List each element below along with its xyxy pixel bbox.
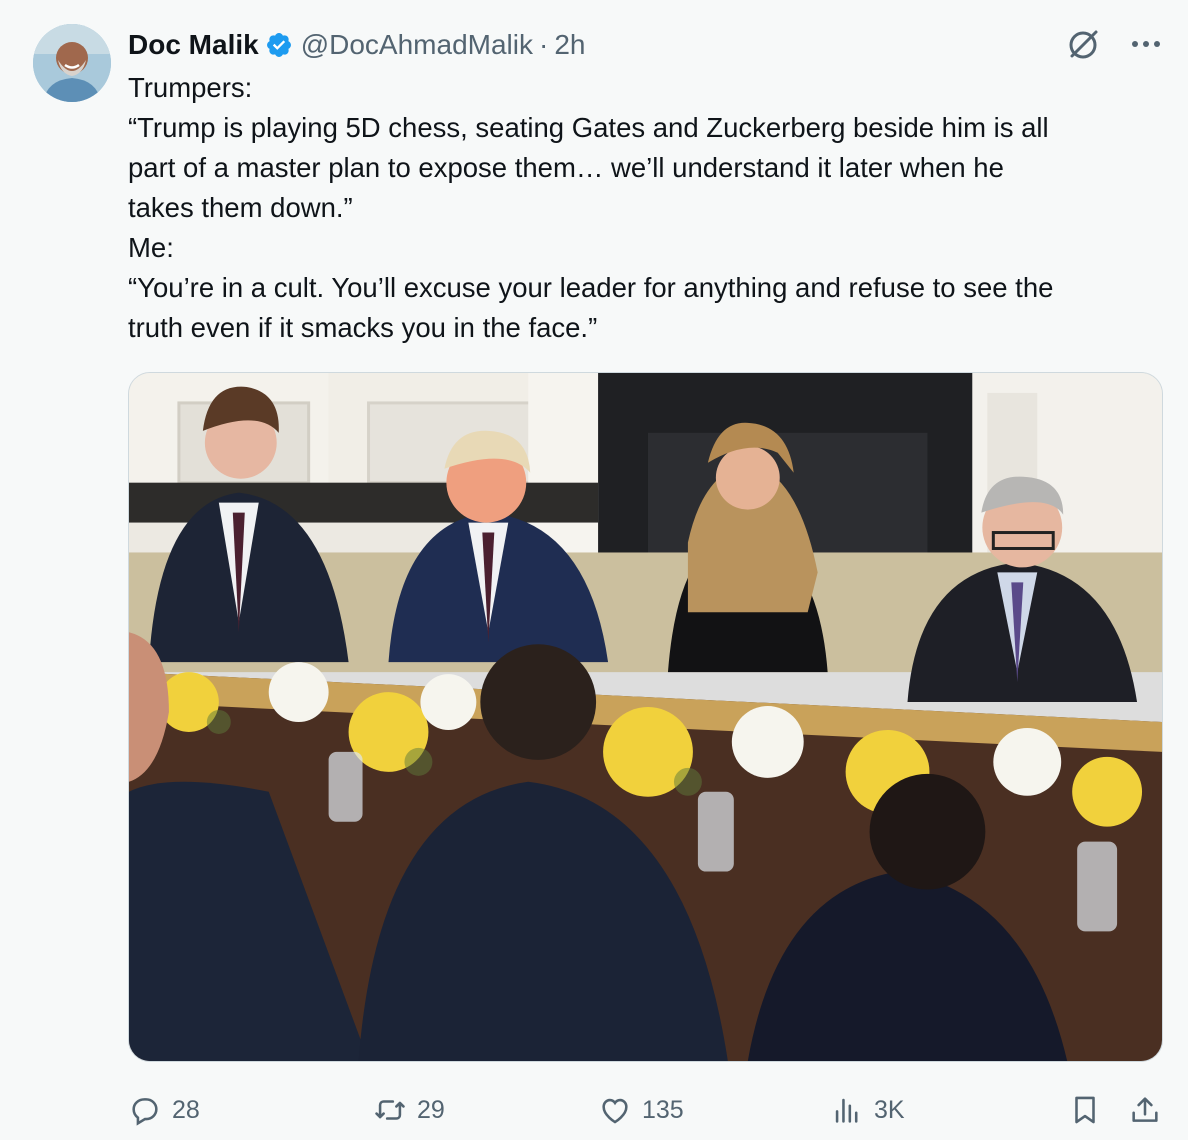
avatar-image bbox=[33, 24, 111, 102]
views-button[interactable]: 3K bbox=[830, 1088, 905, 1132]
handle[interactable]: @DocAhmadMalik bbox=[301, 29, 533, 61]
share-button[interactable] bbox=[1128, 1088, 1162, 1132]
repost-button[interactable]: 29 bbox=[373, 1088, 445, 1132]
tweet-line: part of a master plan to expose them… we… bbox=[128, 152, 1004, 183]
tweet-line: Trumpers: bbox=[128, 72, 253, 103]
tweet-photo[interactable] bbox=[128, 372, 1163, 1062]
tweet-line: takes them down.” bbox=[128, 192, 353, 223]
avatar[interactable] bbox=[33, 24, 111, 102]
repost-count: 29 bbox=[417, 1095, 445, 1124]
action-bar: 28 29 135 3K bbox=[128, 1088, 1163, 1132]
timestamp[interactable]: 2h bbox=[554, 29, 585, 61]
like-icon bbox=[602, 1098, 628, 1124]
like-count: 135 bbox=[642, 1095, 684, 1124]
bookmark-icon bbox=[1075, 1096, 1095, 1124]
views-count: 3K bbox=[874, 1095, 905, 1124]
tweet-line: truth even if it smacks you in the face.… bbox=[128, 312, 598, 343]
tweet-line: “Trump is playing 5D chess, seating Gate… bbox=[128, 112, 1049, 143]
reply-icon bbox=[132, 1098, 158, 1126]
share-icon bbox=[1132, 1097, 1158, 1122]
more-button[interactable] bbox=[1128, 26, 1164, 62]
tweet-line: “You’re in a cult. You’ll excuse your le… bbox=[128, 272, 1054, 303]
like-button[interactable]: 135 bbox=[598, 1088, 684, 1132]
photo-image bbox=[129, 373, 1162, 1061]
verified-badge-icon bbox=[266, 33, 291, 57]
more-icon bbox=[1132, 41, 1160, 47]
display-name[interactable]: Doc Malik bbox=[128, 29, 259, 61]
reply-count: 28 bbox=[172, 1095, 200, 1124]
tweet-text: Trumpers: “Trump is playing 5D chess, se… bbox=[128, 68, 1173, 348]
tweet[interactable]: Doc Malik @DocAhmadMalik · 2h Trumpers: … bbox=[0, 0, 1188, 1140]
tweet-line: Me: bbox=[128, 232, 174, 263]
separator-dot: · bbox=[538, 29, 549, 60]
bookmark-button[interactable] bbox=[1068, 1088, 1102, 1132]
repost-icon bbox=[375, 1100, 405, 1120]
top-actions bbox=[1066, 24, 1164, 64]
views-icon bbox=[835, 1098, 858, 1123]
reply-button[interactable]: 28 bbox=[128, 1088, 200, 1132]
grok-button[interactable] bbox=[1066, 26, 1102, 62]
grok-icon bbox=[1069, 30, 1098, 59]
tweet-header: Doc Malik @DocAhmadMalik · 2h bbox=[128, 26, 585, 64]
